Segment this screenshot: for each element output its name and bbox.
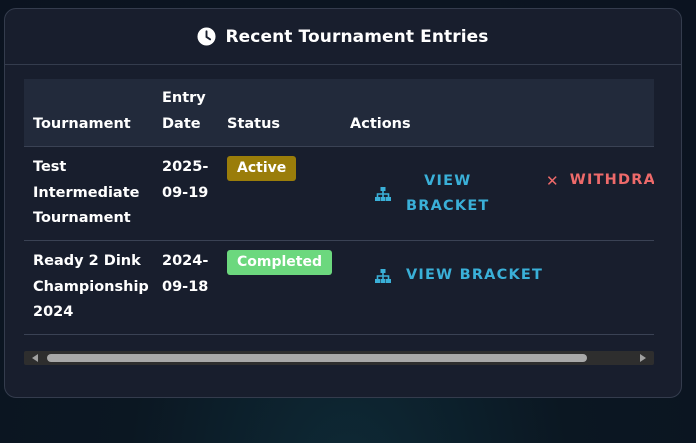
scroll-left-icon[interactable] [32, 354, 38, 362]
entry-date: 2025- 09-19 [162, 159, 209, 201]
view-bracket-button[interactable]: VIEW BRACKET [374, 263, 543, 288]
entries-table-scroll-area[interactable]: Tournament Entry Date Status Actions Tes… [24, 79, 654, 335]
status-badge: Completed [227, 250, 333, 275]
scroll-right-icon[interactable] [640, 354, 646, 362]
sitemap-icon [375, 187, 391, 201]
entry-date: 2024- 09-18 [162, 253, 209, 295]
column-header-status: Status [227, 116, 281, 132]
card-header: Recent Tournament Entries [5, 9, 681, 65]
card-title: Recent Tournament Entries [225, 26, 489, 47]
scrollbar-thumb[interactable] [47, 354, 587, 362]
view-bracket-button[interactable]: VIEW BRACKET [374, 169, 490, 219]
entries-table: Tournament Entry Date Status Actions Tes… [24, 79, 654, 335]
status-badge: Active [227, 156, 297, 181]
sitemap-icon [375, 268, 391, 283]
clock-icon [197, 27, 216, 46]
tournament-name: Test Intermediate Tournament [33, 159, 140, 226]
column-header-entry-date: Entry Date [162, 90, 206, 132]
horizontal-scrollbar[interactable] [24, 351, 654, 365]
column-header-tournament: Tournament [33, 116, 131, 132]
close-icon: ✕ [546, 171, 560, 190]
tournament-name: Ready 2 Dink Championship 2024 [33, 253, 149, 320]
table-row: Test Intermediate Tournament 2025- 09-19… [24, 147, 654, 241]
table-header-row: Tournament Entry Date Status Actions [24, 79, 654, 147]
column-header-actions: Actions [350, 116, 411, 132]
table-row: Ready 2 Dink Championship 2024 2024- 09-… [24, 241, 654, 335]
withdraw-button[interactable]: ✕ WITHDRA [546, 168, 654, 193]
